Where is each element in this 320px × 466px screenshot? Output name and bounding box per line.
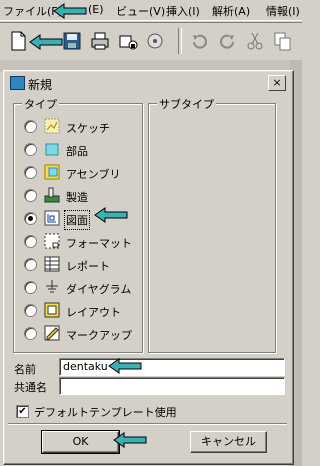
radio-button[interactable]: [24, 120, 37, 133]
report-icon: [44, 256, 60, 272]
type-option-format[interactable]: フォーマット: [24, 233, 138, 251]
radio-button[interactable]: [24, 281, 37, 294]
part-icon: [44, 141, 60, 157]
type-group-label: タイプ: [22, 96, 59, 112]
type-label: 図面: [64, 210, 90, 230]
new-dialog: 新規 × タイプ スケッチ 部品 アセンブリ 製造 図面 フォーマット レポート…: [3, 70, 294, 465]
toolbar-separator: [178, 28, 182, 54]
type-option-diagram[interactable]: ダイヤグラム: [24, 279, 138, 297]
layout-icon: [44, 302, 60, 318]
subtype-group: サブタイプ: [148, 96, 276, 353]
manufacturing-icon: [44, 187, 60, 203]
ok-button[interactable]: OK: [41, 430, 120, 454]
common-name-label: 共通名: [14, 381, 47, 394]
type-option-layout[interactable]: レイアウト: [24, 302, 138, 320]
dialog-title-bar[interactable]: 新規 ×: [7, 74, 288, 92]
menu-view[interactable]: ビュー(V): [116, 3, 165, 19]
name-input[interactable]: dentaku: [59, 358, 285, 376]
type-option-markup[interactable]: マークアップ: [24, 325, 138, 343]
type-option-sketch[interactable]: スケッチ: [24, 118, 138, 136]
sketch-icon: [44, 118, 60, 134]
type-label: ダイヤグラム: [66, 283, 132, 296]
close-button[interactable]: ×: [268, 75, 286, 91]
type-label: 部品: [66, 145, 88, 158]
diagram-icon: [44, 279, 60, 295]
menu-insert[interactable]: 挿入(I): [166, 3, 200, 19]
assembly-icon: [44, 164, 60, 180]
copy-icon[interactable]: [273, 30, 293, 52]
common-name-input[interactable]: [59, 377, 285, 395]
radio-button-selected[interactable]: [24, 212, 37, 225]
radio-button[interactable]: [24, 258, 37, 271]
window-icon: [10, 76, 25, 90]
type-label: マークアップ: [66, 329, 132, 342]
type-label: レイアウト: [66, 306, 121, 319]
radio-button[interactable]: [24, 143, 37, 156]
radio-button[interactable]: [24, 327, 37, 340]
type-label: アセンブリ: [66, 168, 121, 181]
menu-info[interactable]: 情報(I): [266, 3, 300, 19]
type-label: 製造: [66, 191, 88, 204]
type-label: フォーマット: [66, 237, 132, 250]
type-option-report[interactable]: レポート: [24, 256, 138, 274]
menu-analysis[interactable]: 解析(A): [212, 3, 250, 19]
type-label: スケッチ: [66, 122, 110, 135]
menu-bar: ファイル(F) (E) ビュー(V) 挿入(I) 解析(A) 情報(I): [0, 0, 302, 21]
type-option-assembly[interactable]: アセンブリ: [24, 164, 138, 182]
cancel-button[interactable]: キャンセル: [190, 431, 267, 453]
menu-edit[interactable]: (E): [88, 3, 104, 16]
type-option-manufacturing[interactable]: 製造: [24, 187, 138, 205]
radio-button[interactable]: [24, 166, 37, 179]
arrow-left-icon: [113, 432, 147, 448]
redo-icon[interactable]: [217, 30, 237, 52]
radio-button[interactable]: [24, 304, 37, 317]
type-label: レポート: [66, 260, 110, 273]
new-file-icon[interactable]: [8, 30, 28, 52]
format-icon: [44, 233, 60, 249]
drawing-icon: [44, 210, 60, 226]
disk-icon[interactable]: [145, 30, 165, 52]
subtype-group-label: サブタイプ: [157, 96, 216, 112]
arrow-left-icon: [53, 3, 87, 19]
arrow-left-icon: [29, 34, 63, 50]
arrow-left-icon: [94, 207, 128, 223]
type-option-part[interactable]: 部品: [24, 141, 138, 159]
undo-icon[interactable]: [190, 30, 210, 52]
type-group: タイプ スケッチ 部品 アセンブリ 製造 図面 フォーマット レポート ダイヤグ…: [13, 96, 143, 353]
default-template-label: デフォルトテンプレート使用: [34, 406, 177, 419]
radio-button[interactable]: [24, 235, 37, 248]
button-separator: [8, 423, 287, 425]
radio-button[interactable]: [24, 189, 37, 202]
dialog-title: 新規: [28, 78, 53, 92]
cut-icon[interactable]: [245, 30, 265, 52]
save-icon[interactable]: [62, 30, 82, 52]
lock-icon[interactable]: [118, 30, 138, 52]
print-icon[interactable]: [90, 30, 110, 52]
markup-icon: [44, 325, 60, 341]
arrow-left-icon: [108, 358, 142, 374]
default-template-checkbox[interactable]: ✔: [16, 405, 29, 418]
name-label: 名前: [14, 363, 36, 376]
